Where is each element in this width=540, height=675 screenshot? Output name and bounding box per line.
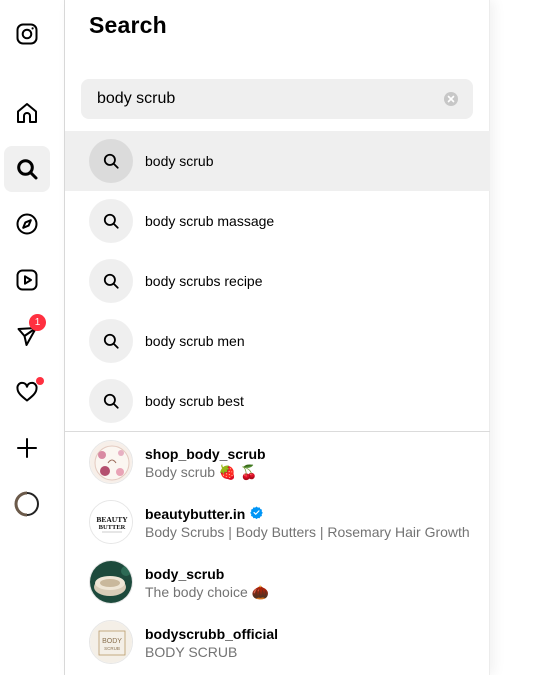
- avatar: BEAUTY BUTTER: [89, 500, 133, 544]
- account-result[interactable]: shop_body_scrub Body scrub 🍓 🍒: [65, 432, 490, 492]
- search-panel: Search body scrub body scrub massage: [65, 0, 490, 675]
- suggestion-label: body scrub massage: [145, 213, 275, 229]
- messages-badge: 1: [29, 314, 46, 331]
- search-icon: [89, 379, 133, 423]
- search-icon: [89, 259, 133, 303]
- suggestion-list: body scrub body scrub massage body scrub…: [65, 131, 490, 431]
- clear-icon[interactable]: [444, 92, 458, 106]
- account-subtitle: Body Scrubs | Body Butters | Rosemary Ha…: [145, 524, 470, 540]
- account-username: bodyscrubb_official: [145, 626, 279, 642]
- notification-dot: [36, 377, 44, 385]
- avatar: BODY SCRUB: [89, 620, 133, 664]
- suggestion-item[interactable]: body scrub: [65, 131, 490, 191]
- suggestion-item[interactable]: body scrub best: [65, 371, 490, 431]
- svg-text:BEAUTY: BEAUTY: [96, 515, 128, 524]
- account-result[interactable]: body_scrub The body choice 🌰: [65, 552, 490, 612]
- search-input[interactable]: [81, 79, 441, 119]
- heart-icon[interactable]: [4, 369, 50, 415]
- suggestion-label: body scrub men: [145, 333, 245, 349]
- profile-avatar[interactable]: [4, 481, 50, 527]
- home-icon[interactable]: [4, 90, 50, 136]
- search-icon: [89, 199, 133, 243]
- svg-text:BUTTER: BUTTER: [99, 524, 126, 531]
- messenger-icon[interactable]: 1: [4, 313, 50, 359]
- account-result[interactable]: BEAUTY BUTTER beautybutter.in Body Scrub…: [65, 492, 490, 552]
- account-results: shop_body_scrub Body scrub 🍓 🍒 BEAUTY BU…: [65, 432, 490, 672]
- instagram-logo-icon[interactable]: [4, 11, 50, 57]
- account-username: beautybutter.in: [145, 506, 264, 522]
- compass-icon[interactable]: [4, 201, 50, 247]
- avatar: [89, 440, 133, 484]
- avatar: [89, 560, 133, 604]
- suggestion-item[interactable]: body scrub men: [65, 311, 490, 371]
- search-nav-icon[interactable]: [4, 146, 50, 192]
- account-subtitle: The body choice 🌰: [145, 584, 270, 600]
- account-username: shop_body_scrub: [145, 446, 266, 462]
- suggestion-label: body scrub best: [145, 393, 244, 409]
- svg-text:BODY: BODY: [102, 638, 122, 645]
- svg-text:SCRUB: SCRUB: [104, 646, 120, 651]
- account-subtitle: BODY SCRUB: [145, 644, 238, 660]
- search-box: [81, 79, 473, 119]
- suggestion-label: body scrub: [145, 153, 214, 169]
- reels-icon[interactable]: [4, 257, 50, 303]
- search-icon: [89, 319, 133, 363]
- account-result[interactable]: BODY SCRUB bodyscrubb_official BODY SCRU…: [65, 612, 490, 672]
- account-username: body_scrub: [145, 566, 225, 582]
- search-icon: [89, 139, 133, 183]
- verified-badge-icon: [250, 506, 264, 522]
- plus-icon[interactable]: [4, 425, 50, 471]
- suggestion-label: body scrubs recipe: [145, 273, 263, 289]
- sidebar-nav: 1: [0, 0, 65, 675]
- suggestion-item[interactable]: body scrubs recipe: [65, 251, 490, 311]
- suggestion-item[interactable]: body scrub massage: [65, 191, 490, 251]
- panel-title: Search: [89, 12, 167, 38]
- account-subtitle: Body scrub 🍓 🍒: [145, 464, 258, 480]
